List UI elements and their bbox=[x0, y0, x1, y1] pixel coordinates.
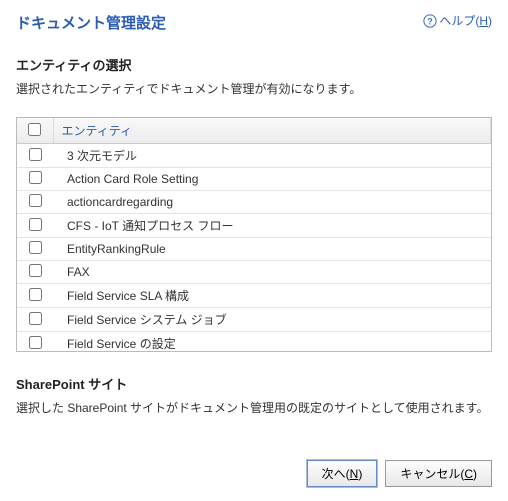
row-checkbox[interactable] bbox=[29, 336, 42, 349]
entity-section-desc: 選択されたエンティティでドキュメント管理が有効になります。 bbox=[16, 80, 492, 99]
row-checkbox[interactable] bbox=[29, 288, 42, 301]
row-checkbox-cell bbox=[17, 261, 53, 284]
row-checkbox-cell bbox=[17, 332, 53, 353]
help-icon: ? bbox=[423, 14, 437, 28]
row-checkbox[interactable] bbox=[29, 264, 42, 277]
table-row[interactable]: Field Service SLA 構成 bbox=[17, 284, 491, 308]
row-checkbox[interactable] bbox=[29, 171, 42, 184]
sharepoint-section: SharePoint サイト 選択した SharePoint サイトがドキュメン… bbox=[16, 374, 492, 418]
table-row[interactable]: Field Service の設定 bbox=[17, 332, 491, 353]
row-entity-name: Action Card Role Setting bbox=[53, 168, 491, 191]
help-link[interactable]: ? ヘルプ(H) bbox=[423, 12, 492, 29]
row-checkbox[interactable] bbox=[29, 218, 42, 231]
next-button[interactable]: 次へ(N) bbox=[307, 460, 378, 487]
row-entity-name: 3 次元モデル bbox=[53, 144, 491, 168]
page-title: ドキュメント管理設定 bbox=[16, 12, 166, 33]
cancel-button[interactable]: キャンセル(C) bbox=[385, 460, 492, 487]
row-checkbox[interactable] bbox=[29, 148, 42, 161]
row-checkbox-cell bbox=[17, 238, 53, 261]
select-all-checkbox[interactable] bbox=[28, 123, 41, 136]
table-row[interactable]: EntityRankingRule bbox=[17, 238, 491, 261]
svg-text:?: ? bbox=[428, 16, 433, 26]
row-entity-name: Field Service の設定 bbox=[53, 332, 491, 353]
row-checkbox-cell bbox=[17, 144, 53, 168]
row-entity-name: actioncardregarding bbox=[53, 191, 491, 214]
table-row[interactable]: actioncardregarding bbox=[17, 191, 491, 214]
select-all-header bbox=[17, 118, 53, 144]
entity-table-container[interactable]: エンティティ 3 次元モデルAction Card Role Settingac… bbox=[16, 117, 492, 352]
row-checkbox[interactable] bbox=[29, 312, 42, 325]
table-row[interactable]: FAX bbox=[17, 261, 491, 284]
entity-section: エンティティの選択 選択されたエンティティでドキュメント管理が有効になります。 … bbox=[16, 55, 492, 352]
row-entity-name: Field Service システム ジョブ bbox=[53, 308, 491, 332]
header: ドキュメント管理設定 ? ヘルプ(H) bbox=[16, 12, 492, 33]
sharepoint-section-title: SharePoint サイト bbox=[16, 374, 492, 393]
row-checkbox-cell bbox=[17, 284, 53, 308]
table-row[interactable]: 3 次元モデル bbox=[17, 144, 491, 168]
row-entity-name: CFS - IoT 通知プロセス フロー bbox=[53, 214, 491, 238]
row-entity-name: Field Service SLA 構成 bbox=[53, 284, 491, 308]
table-row[interactable]: CFS - IoT 通知プロセス フロー bbox=[17, 214, 491, 238]
table-row[interactable]: Action Card Role Setting bbox=[17, 168, 491, 191]
entity-table: エンティティ 3 次元モデルAction Card Role Settingac… bbox=[17, 118, 491, 352]
help-label: ヘルプ(H) bbox=[439, 12, 492, 29]
row-checkbox-cell bbox=[17, 168, 53, 191]
button-bar: 次へ(N) キャンセル(C) bbox=[307, 460, 492, 487]
row-checkbox-cell bbox=[17, 191, 53, 214]
row-entity-name: FAX bbox=[53, 261, 491, 284]
sharepoint-section-desc: 選択した SharePoint サイトがドキュメント管理用の既定のサイトとして使… bbox=[16, 399, 492, 418]
row-checkbox[interactable] bbox=[29, 241, 42, 254]
entity-section-title: エンティティの選択 bbox=[16, 55, 492, 74]
row-checkbox-cell bbox=[17, 308, 53, 332]
row-checkbox[interactable] bbox=[29, 194, 42, 207]
row-entity-name: EntityRankingRule bbox=[53, 238, 491, 261]
entity-column-header[interactable]: エンティティ bbox=[53, 118, 491, 144]
table-row[interactable]: Field Service システム ジョブ bbox=[17, 308, 491, 332]
row-checkbox-cell bbox=[17, 214, 53, 238]
